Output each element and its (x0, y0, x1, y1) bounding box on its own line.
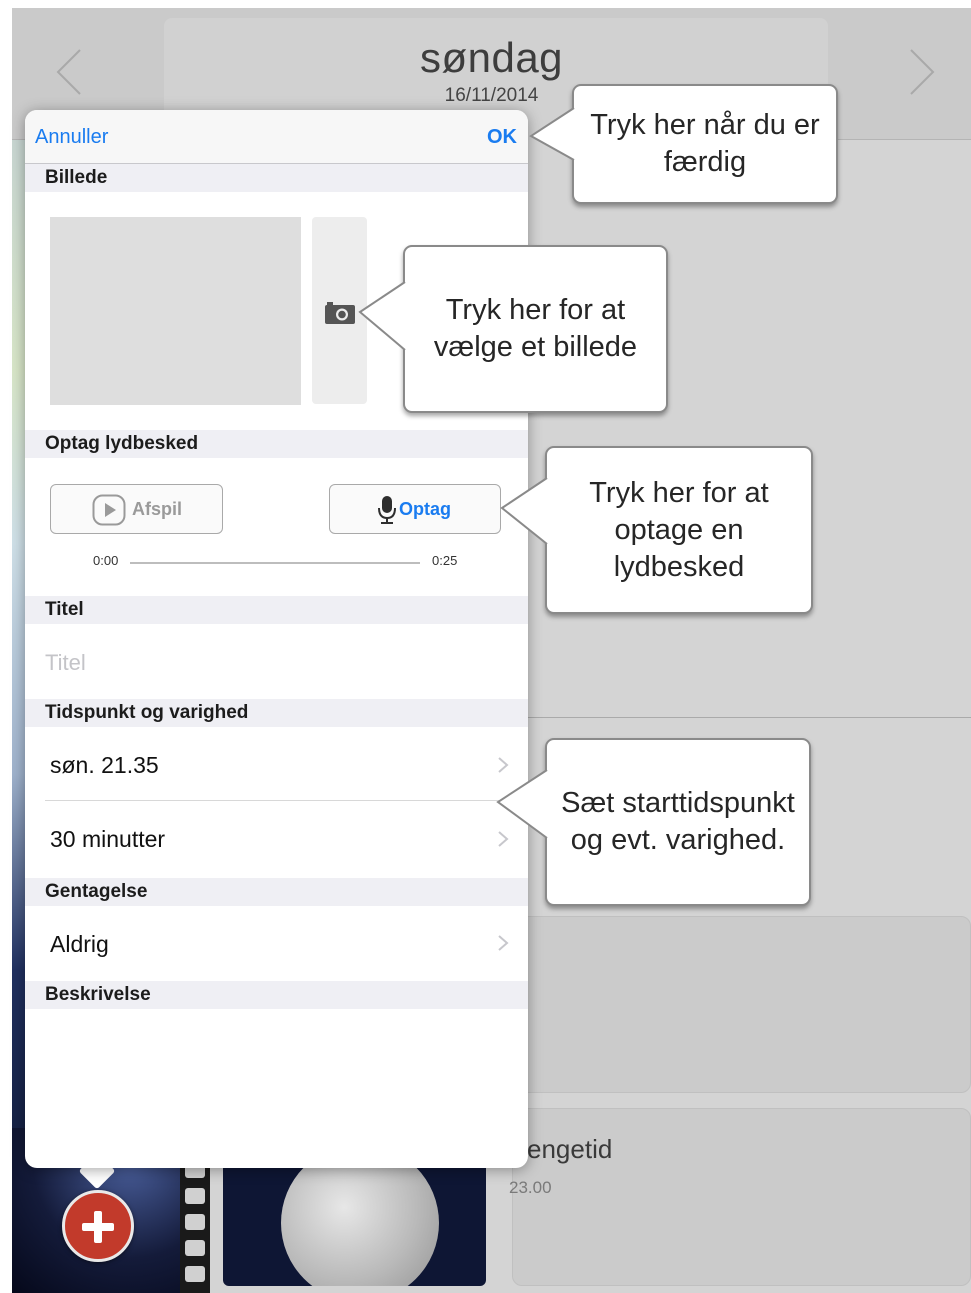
callout-done-text: Tryk her når du er færdig (590, 109, 820, 178)
record-label: Optag (399, 499, 451, 519)
section-header-title: Titel (25, 596, 528, 624)
film-hole (185, 1188, 205, 1204)
repeat-row[interactable]: Aldrig (25, 906, 528, 981)
duration-row[interactable]: 30 minutter (25, 801, 528, 878)
plus-icon (94, 1211, 102, 1243)
playback-end-time: 0:25 (432, 553, 458, 568)
start-time-value: søn. 21.35 (50, 752, 159, 778)
callout-image: Tryk her for at vælge et billede (403, 245, 668, 413)
section-header-time: Tidspunkt og varighed (25, 699, 528, 727)
callout-pointer (496, 769, 548, 839)
start-time-row[interactable]: søn. 21.35 (25, 727, 528, 801)
popover-nav-bar: Annuller OK (25, 110, 528, 164)
add-activity-button[interactable] (62, 1190, 134, 1262)
microphone-icon (378, 496, 396, 524)
ok-button[interactable]: OK (487, 126, 517, 149)
activity-card[interactable] (512, 916, 971, 1093)
playback-start-time: 0:00 (93, 553, 119, 568)
day-name-title: søndag (419, 34, 564, 81)
callout-record: Tryk her for at optage en lydbesked (545, 446, 813, 614)
callout-image-text: Tryk her for at vælge et billede (433, 294, 638, 363)
section-header-repeat: Gentagelse (25, 878, 528, 906)
film-hole (185, 1266, 205, 1282)
record-button[interactable]: Optag (329, 484, 501, 534)
callout-done: Tryk her når du er færdig (572, 84, 838, 204)
callout-pointer (358, 281, 406, 351)
chevron-right-icon (498, 935, 509, 951)
title-input[interactable] (45, 640, 505, 686)
description-field[interactable] (25, 1009, 528, 1168)
film-hole (185, 1240, 205, 1256)
timeline-divider (527, 717, 971, 718)
camera-icon (325, 302, 355, 324)
repeat-value: Aldrig (50, 931, 109, 957)
section-header-audio: Optag lydbesked (25, 430, 528, 458)
film-hole (185, 1214, 205, 1230)
callout-time-text: Sæt starttidspunkt og evt. varighed. (561, 787, 795, 856)
activity-time: 23.00 (509, 1178, 552, 1197)
activity-title: engetid (527, 1134, 613, 1164)
section-header-description: Beskrivelse (25, 981, 528, 1009)
play-label: Afspil (132, 499, 183, 519)
play-button[interactable]: Afspil (50, 484, 223, 534)
timeline-gradient (12, 140, 26, 1293)
play-icon (92, 494, 126, 526)
playback-progress-slider[interactable] (130, 562, 420, 564)
callout-time: Sæt starttidspunkt og evt. varighed. (545, 738, 811, 906)
callout-pointer (500, 477, 548, 545)
image-preview[interactable] (50, 217, 301, 405)
duration-value: 30 minutter (50, 826, 166, 852)
cancel-button[interactable]: Annuller (35, 126, 108, 149)
callout-pointer (529, 107, 575, 161)
callout-record-text: Tryk her for at optage en lydbesked (589, 476, 769, 583)
section-header-image: Billede (25, 164, 528, 192)
